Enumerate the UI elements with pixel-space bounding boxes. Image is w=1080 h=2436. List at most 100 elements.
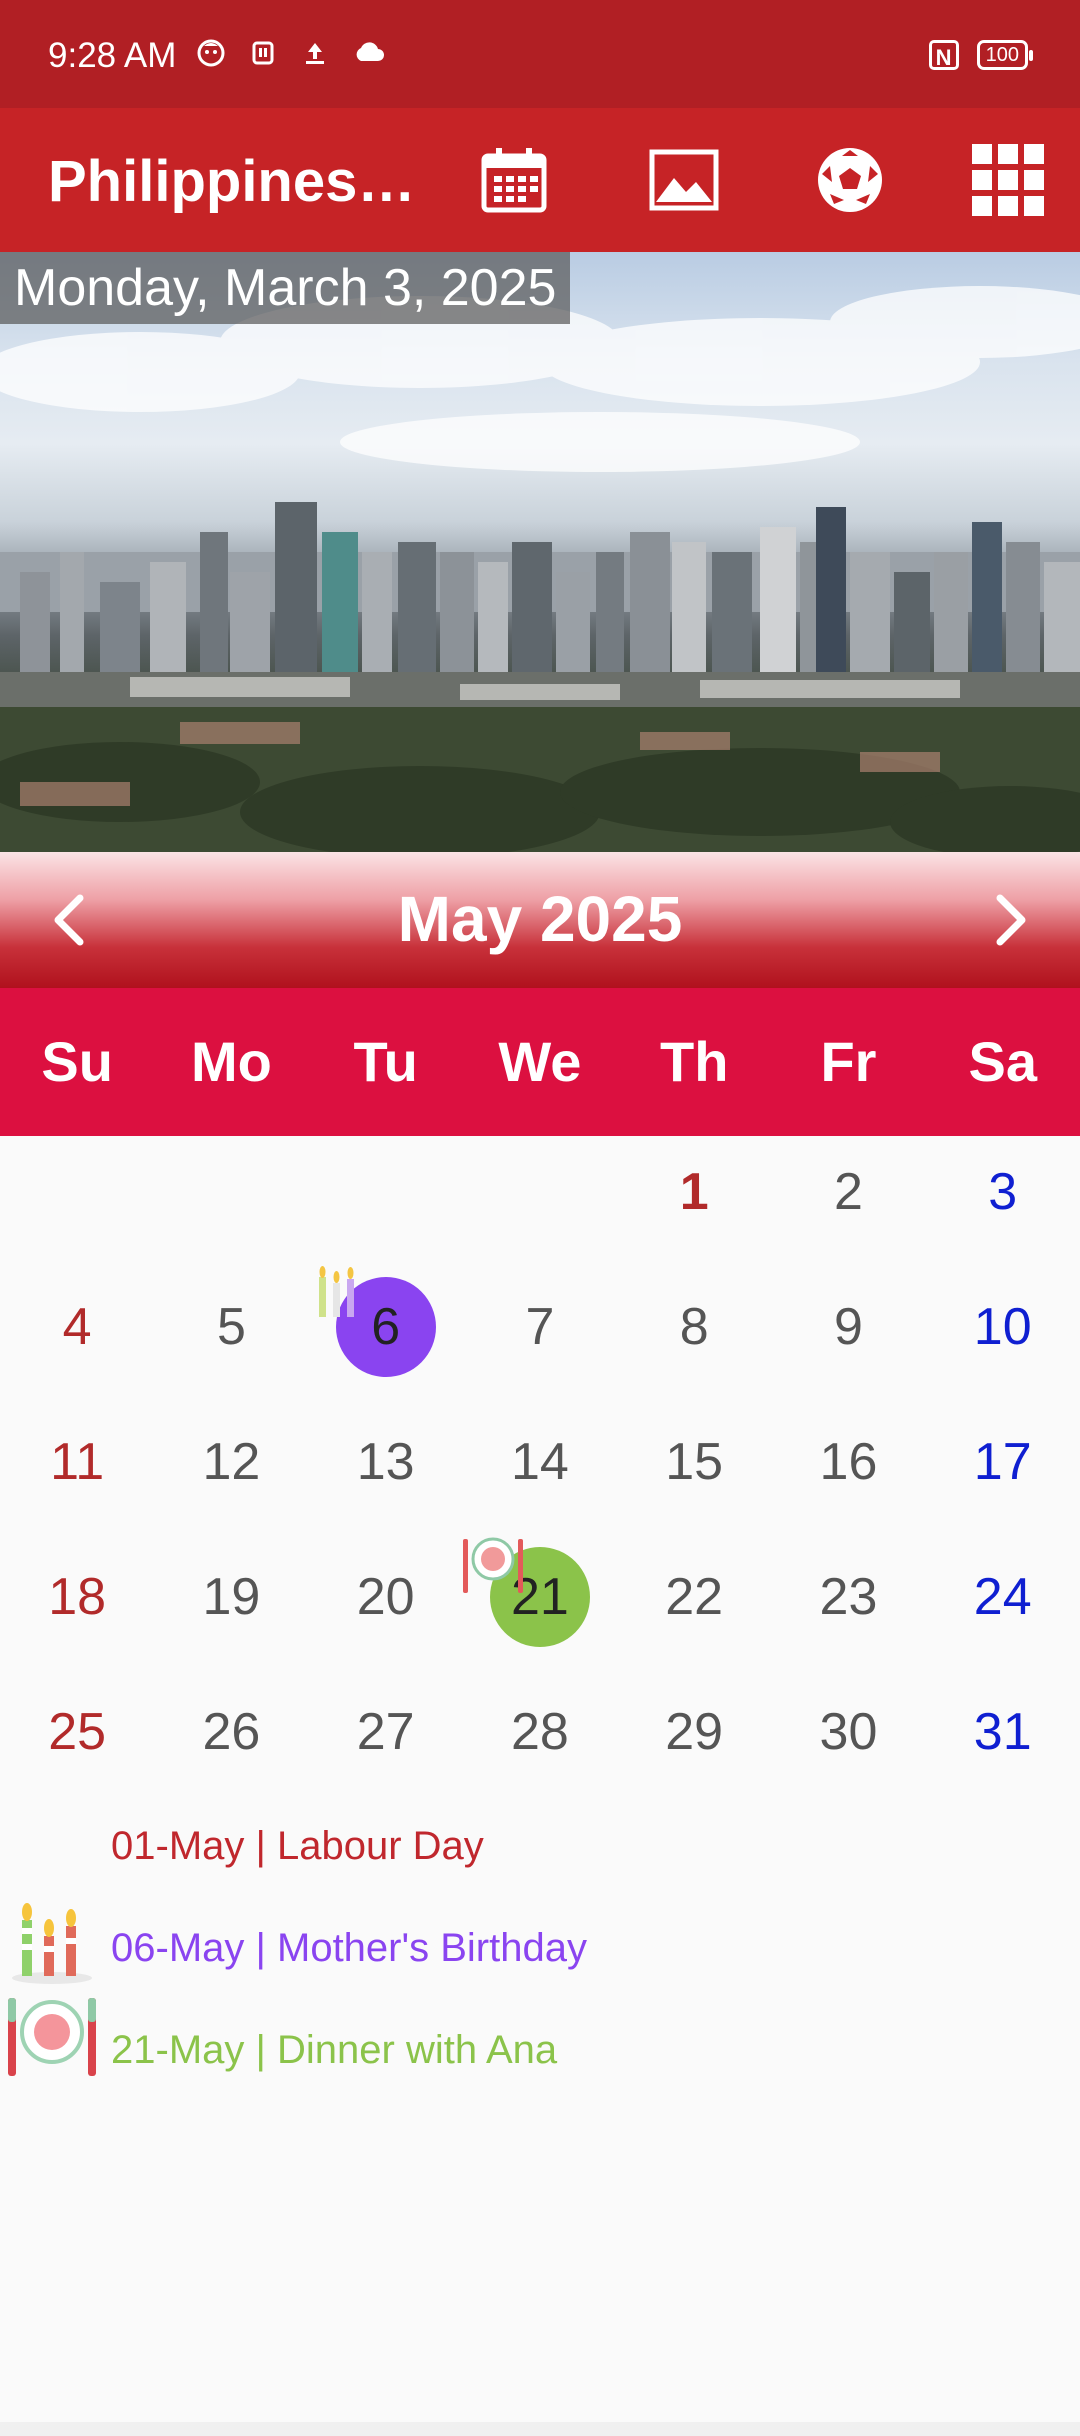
calendar-button[interactable] bbox=[478, 144, 550, 216]
weekday-friday: Fr bbox=[820, 1030, 877, 1093]
chevron-right-icon bbox=[996, 894, 1026, 946]
day-number: 28 bbox=[511, 1703, 569, 1761]
day-cell-6-birthday[interactable]: 6 bbox=[309, 1266, 463, 1406]
day-number: 16 bbox=[819, 1433, 878, 1491]
battery-icon: 100 bbox=[976, 40, 1034, 70]
day-number: 2 bbox=[834, 1163, 863, 1221]
day-cell-10[interactable]: 10 bbox=[926, 1271, 1080, 1406]
sim-notification-icon bbox=[248, 38, 278, 68]
city-skyline-image: Monday, March 3, 2025 bbox=[0, 252, 1080, 852]
calendar-icon bbox=[481, 148, 547, 213]
day-number: 30 bbox=[819, 1703, 878, 1761]
day-number: 29 bbox=[665, 1703, 724, 1761]
cloud-icon bbox=[352, 38, 384, 68]
skyline-illustration bbox=[0, 286, 1080, 852]
day-number: 18 bbox=[48, 1568, 107, 1626]
app-bar: Philippines… bbox=[0, 108, 1080, 252]
soccer-ball-icon bbox=[818, 148, 882, 212]
day-cell-15[interactable]: 15 bbox=[617, 1406, 771, 1541]
day-cell-empty bbox=[0, 1136, 154, 1271]
day-cell-31[interactable]: 31 bbox=[926, 1676, 1080, 1811]
day-cell-17[interactable]: 17 bbox=[926, 1406, 1080, 1541]
day-cell-26[interactable]: 26 bbox=[154, 1676, 308, 1811]
day-number: 19 bbox=[202, 1568, 261, 1626]
calendar-week: 4 5 6 7 8 9 10 bbox=[0, 1266, 1080, 1406]
selected-date-banner: Monday, March 3, 2025 bbox=[0, 252, 571, 324]
day-number: 14 bbox=[511, 1433, 569, 1491]
weekday-tuesday: Tu bbox=[353, 1030, 418, 1093]
day-number: 6 bbox=[371, 1298, 401, 1356]
day-number: 1 bbox=[679, 1163, 709, 1221]
day-cell-23[interactable]: 23 bbox=[771, 1541, 925, 1676]
day-number: 12 bbox=[202, 1433, 261, 1491]
day-cell-2[interactable]: 2 bbox=[771, 1136, 925, 1271]
day-cell-21-dinner[interactable]: 21 bbox=[462, 1537, 617, 1676]
day-cell-empty bbox=[463, 1136, 617, 1271]
birthday-candles-icon bbox=[318, 1266, 354, 1317]
face-notification-icon bbox=[196, 38, 226, 68]
day-number: 13 bbox=[356, 1433, 415, 1491]
day-cell-28[interactable]: 28 bbox=[463, 1676, 617, 1811]
day-number: 9 bbox=[834, 1298, 863, 1356]
day-number: 8 bbox=[679, 1298, 709, 1356]
grid-menu-icon bbox=[972, 144, 1044, 216]
day-cell-29[interactable]: 29 bbox=[617, 1676, 771, 1811]
event-item-dinner-with-ana[interactable]: 21-May | Dinner with Ana bbox=[0, 1998, 1080, 2106]
day-cell-22[interactable]: 22 bbox=[617, 1541, 771, 1676]
day-cell-11[interactable]: 11 bbox=[0, 1406, 154, 1541]
day-number: 24 bbox=[973, 1568, 1032, 1626]
nfc-icon: N bbox=[928, 40, 959, 70]
bottom-divider bbox=[0, 2422, 1080, 2436]
day-cell-24[interactable]: 24 bbox=[926, 1541, 1080, 1676]
day-cell-20[interactable]: 20 bbox=[309, 1541, 463, 1676]
day-cell-1-holiday[interactable]: 1 bbox=[617, 1136, 771, 1271]
day-cell-7[interactable]: 7 bbox=[463, 1271, 617, 1406]
event-label: 21-May | Dinner with Ana bbox=[111, 2028, 558, 2072]
status-time: 9:28 AM bbox=[48, 36, 177, 75]
dinner-plate-icon bbox=[462, 1537, 523, 1593]
image-icon bbox=[649, 149, 719, 211]
day-cell-4[interactable]: 4 bbox=[0, 1271, 154, 1406]
day-cell-empty bbox=[154, 1136, 308, 1271]
weekday-header: Su Mo Tu We Th Fr Sa bbox=[0, 988, 1080, 1136]
day-number: 31 bbox=[973, 1703, 1032, 1761]
day-cell-5[interactable]: 5 bbox=[154, 1271, 308, 1406]
grid-menu-button[interactable] bbox=[972, 144, 1044, 216]
calendar-week: 18 19 20 21 22 23 24 bbox=[0, 1537, 1080, 1676]
day-cell-8[interactable]: 8 bbox=[617, 1271, 771, 1406]
next-month-button[interactable] bbox=[976, 888, 1040, 952]
day-cell-25[interactable]: 25 bbox=[0, 1676, 154, 1811]
day-number: 3 bbox=[988, 1163, 1018, 1221]
notification-icons bbox=[196, 38, 384, 68]
events-list: 01-May | Labour Day 06-May | Mother's Bi… bbox=[0, 1800, 1080, 2106]
weekday-sunday: Su bbox=[41, 1030, 113, 1093]
month-navigation: May 2025 bbox=[0, 852, 1080, 988]
day-number: 27 bbox=[356, 1703, 415, 1761]
day-cell-19[interactable]: 19 bbox=[154, 1541, 308, 1676]
day-number: 10 bbox=[973, 1298, 1032, 1356]
status-bar: 9:28 AM N 100 bbox=[0, 0, 1080, 108]
day-cell-13[interactable]: 13 bbox=[309, 1406, 463, 1541]
day-cell-16[interactable]: 16 bbox=[771, 1406, 925, 1541]
day-cell-27[interactable]: 27 bbox=[309, 1676, 463, 1811]
event-item-mothers-birthday[interactable]: 06-May | Mother's Birthday bbox=[0, 1902, 1080, 2004]
calendar-grid: 1 2 3 4 5 6 7 8 9 10 11 12 13 14 15 16 1… bbox=[0, 1136, 1080, 1811]
birthday-candles-icon bbox=[12, 1903, 92, 1984]
day-number: 15 bbox=[665, 1433, 724, 1491]
day-number: 17 bbox=[973, 1433, 1032, 1491]
app-title: Philippines… bbox=[48, 149, 416, 214]
day-number: 25 bbox=[48, 1703, 107, 1761]
event-item-labour-day[interactable]: 01-May | Labour Day bbox=[0, 1800, 1080, 1902]
weekday-wednesday: We bbox=[498, 1030, 582, 1093]
day-cell-9[interactable]: 9 bbox=[771, 1271, 925, 1406]
day-cell-3[interactable]: 3 bbox=[926, 1136, 1080, 1271]
day-cell-30[interactable]: 30 bbox=[771, 1676, 925, 1811]
image-button[interactable] bbox=[648, 144, 720, 216]
day-cell-18[interactable]: 18 bbox=[0, 1541, 154, 1676]
day-cell-14[interactable]: 14 bbox=[463, 1406, 617, 1541]
soccer-button[interactable] bbox=[814, 144, 886, 216]
weekday-monday: Mo bbox=[190, 1030, 272, 1093]
dinner-plate-icon bbox=[8, 1998, 96, 2076]
day-cell-12[interactable]: 12 bbox=[154, 1406, 308, 1541]
upload-icon bbox=[300, 38, 330, 68]
